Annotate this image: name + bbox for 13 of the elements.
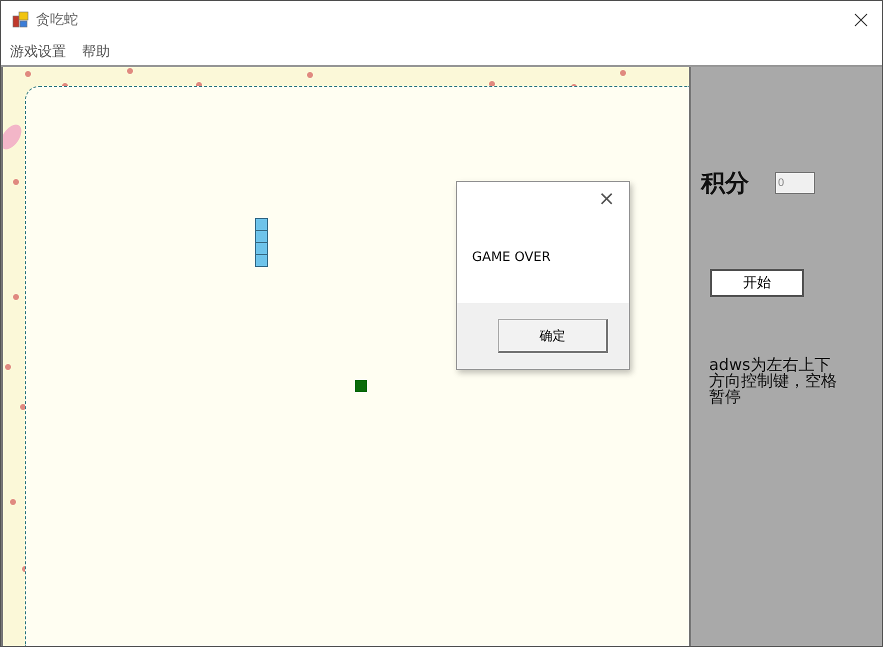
- close-icon[interactable]: [854, 12, 868, 26]
- menu-item[interactable]: 游戏设置: [10, 42, 66, 60]
- snake-drawing: [255, 218, 268, 268]
- close-icon[interactable]: ×: [598, 186, 615, 210]
- window-title: 贪吃蛇: [36, 10, 78, 28]
- ok-button[interactable]: 确定: [498, 319, 608, 353]
- app-icon: [12, 10, 30, 28]
- menu-item[interactable]: 帮助: [82, 42, 110, 60]
- score-label: 积分: [701, 167, 749, 199]
- help-text: adws为左右上下方向控制键，空格暂停: [709, 357, 837, 405]
- start-button[interactable]: 开始: [710, 269, 804, 297]
- food-square: [355, 380, 367, 392]
- dialog-message: GAME OVER: [472, 250, 551, 265]
